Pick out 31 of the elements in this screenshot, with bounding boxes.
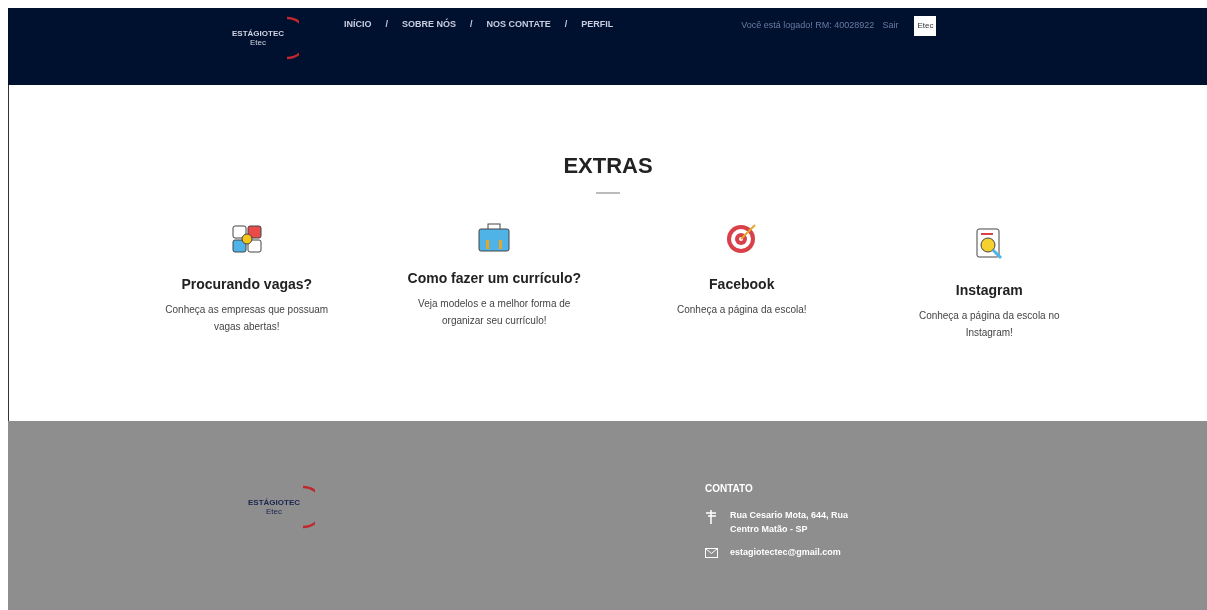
section-title: EXTRAS: [563, 152, 653, 180]
card-title: Facebook: [709, 275, 775, 294]
logo-name: ESTÁGIOTEC: [248, 498, 300, 507]
etec-badge: Etec: [914, 16, 937, 36]
logo-name: ESTÁGIOTEC: [232, 29, 284, 38]
footer-address: Rua Cesario Mota, 644, Rua Centro Matão - SP: [730, 509, 850, 536]
card-text: Conheça a página da escola no Instagram!: [917, 309, 1061, 340]
card-title: Instagram: [955, 281, 1023, 300]
card-title: Como fazer um currículo?: [407, 269, 581, 288]
nav-link[interactable]: INÍCIO: [344, 18, 372, 32]
nav-separator: /: [470, 18, 473, 31]
nav-separator: /: [564, 18, 568, 31]
footer-heading: CONTATO: [705, 482, 754, 496]
footer-email: estagiotectec@gmail.com: [730, 546, 841, 559]
logo-sub: Etec: [250, 38, 266, 47]
nav-link[interactable]: NOS CONTATE: [486, 18, 551, 32]
title-underline: [596, 192, 620, 194]
logout-link[interactable]: Sair: [882, 19, 899, 33]
card-text: Veja modelos e a melhor forma de organizar seu currículo!: [417, 297, 572, 328]
nav-link[interactable]: PERFIL: [581, 18, 614, 32]
card-text: Conheça a página da escola!: [675, 303, 808, 317]
signpost-icon: [705, 510, 717, 524]
nav-separator: /: [385, 18, 389, 31]
mail-icon: [705, 547, 718, 558]
logo-arc-icon: [285, 16, 299, 60]
logo-sub: Etec: [266, 507, 282, 516]
login-status: Você está logado! RM: 40028922: [741, 19, 875, 32]
card-text: Conheça as empresas que possuam vagas abertas!: [164, 303, 330, 334]
card-title: Procurando vagas?: [181, 275, 313, 294]
logo-arc-icon: [301, 485, 315, 529]
nav-link[interactable]: SOBRE NÓS: [402, 18, 457, 32]
